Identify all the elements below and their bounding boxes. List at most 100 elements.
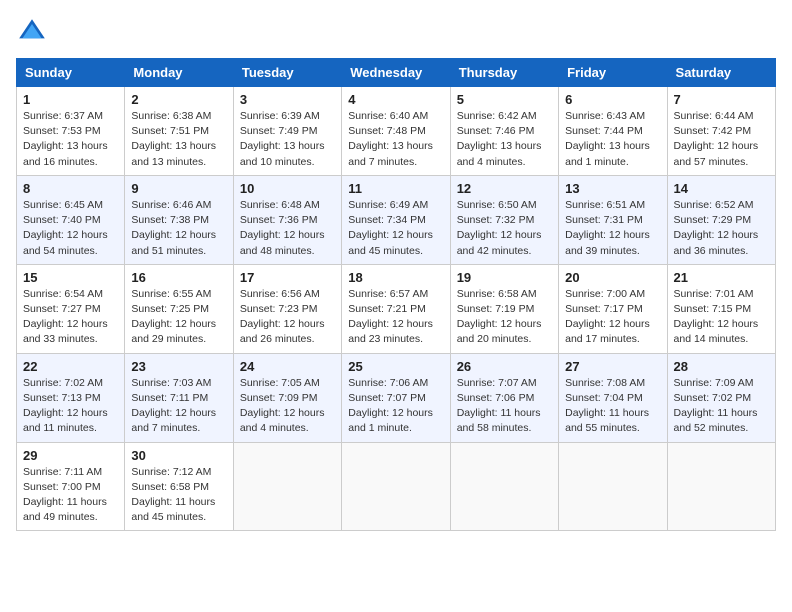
calendar-week-row: 29Sunrise: 7:11 AM Sunset: 7:00 PM Dayli…: [17, 442, 776, 531]
calendar-table: SundayMondayTuesdayWednesdayThursdayFrid…: [16, 58, 776, 531]
day-number: 12: [457, 181, 552, 196]
day-number: 10: [240, 181, 335, 196]
calendar-body: 1 Sunrise: 6:37 AM Sunset: 7:53 PM Daylig…: [17, 87, 776, 531]
logo: [16, 16, 52, 48]
weekday-header-row: SundayMondayTuesdayWednesdayThursdayFrid…: [17, 59, 776, 87]
calendar-day-cell: 26 Sunrise: 7:07 AM Sunset: 7:06 PM Dayli…: [450, 353, 558, 442]
day-number: 17: [240, 270, 335, 285]
calendar-day-cell: 9 Sunrise: 6:46 AM Sunset: 7:38 PM Daylig…: [125, 175, 233, 264]
day-number: 28: [674, 359, 769, 374]
day-info: Sunrise: 7:03 AM Sunset: 7:11 PM Dayligh…: [131, 376, 226, 437]
logo-icon: [16, 16, 48, 48]
calendar-day-cell: 25 Sunrise: 7:06 AM Sunset: 7:07 PM Dayli…: [342, 353, 450, 442]
day-number: 6: [565, 92, 660, 107]
day-info: Sunrise: 6:42 AM Sunset: 7:46 PM Dayligh…: [457, 109, 552, 170]
calendar-day-cell: 20 Sunrise: 7:00 AM Sunset: 7:17 PM Dayli…: [559, 264, 667, 353]
calendar-day-cell: [450, 442, 558, 531]
weekday-header-cell: Saturday: [667, 59, 775, 87]
day-info: Sunrise: 6:54 AM Sunset: 7:27 PM Dayligh…: [23, 287, 118, 348]
calendar-week-row: 8Sunrise: 6:45 AM Sunset: 7:40 PM Daylig…: [17, 175, 776, 264]
calendar-day-cell: 16 Sunrise: 6:55 AM Sunset: 7:25 PM Dayli…: [125, 264, 233, 353]
day-number: 24: [240, 359, 335, 374]
calendar-day-cell: 23 Sunrise: 7:03 AM Sunset: 7:11 PM Dayli…: [125, 353, 233, 442]
day-info: Sunrise: 7:08 AM Sunset: 7:04 PM Dayligh…: [565, 376, 660, 437]
calendar-day-cell: 14 Sunrise: 6:52 AM Sunset: 7:29 PM Dayli…: [667, 175, 775, 264]
day-info: Sunrise: 6:40 AM Sunset: 7:48 PM Dayligh…: [348, 109, 443, 170]
day-info: Sunrise: 7:09 AM Sunset: 7:02 PM Dayligh…: [674, 376, 769, 437]
day-info: Sunrise: 6:51 AM Sunset: 7:31 PM Dayligh…: [565, 198, 660, 259]
weekday-header-cell: Friday: [559, 59, 667, 87]
calendar-week-row: 15Sunrise: 6:54 AM Sunset: 7:27 PM Dayli…: [17, 264, 776, 353]
day-info: Sunrise: 7:12 AM Sunset: 6:58 PM Dayligh…: [131, 465, 226, 526]
calendar-day-cell: [559, 442, 667, 531]
calendar-day-cell: 21 Sunrise: 7:01 AM Sunset: 7:15 PM Dayli…: [667, 264, 775, 353]
calendar-week-row: 1 Sunrise: 6:37 AM Sunset: 7:53 PM Daylig…: [17, 87, 776, 176]
day-number: 3: [240, 92, 335, 107]
calendar-day-cell: 7Sunrise: 6:44 AM Sunset: 7:42 PM Daylig…: [667, 87, 775, 176]
day-info: Sunrise: 6:49 AM Sunset: 7:34 PM Dayligh…: [348, 198, 443, 259]
calendar-day-cell: 13 Sunrise: 6:51 AM Sunset: 7:31 PM Dayli…: [559, 175, 667, 264]
calendar-day-cell: 29Sunrise: 7:11 AM Sunset: 7:00 PM Dayli…: [17, 442, 125, 531]
calendar-day-cell: 12 Sunrise: 6:50 AM Sunset: 7:32 PM Dayli…: [450, 175, 558, 264]
day-number: 16: [131, 270, 226, 285]
calendar-day-cell: 28 Sunrise: 7:09 AM Sunset: 7:02 PM Dayli…: [667, 353, 775, 442]
calendar-day-cell: 17 Sunrise: 6:56 AM Sunset: 7:23 PM Dayli…: [233, 264, 341, 353]
day-info: Sunrise: 7:00 AM Sunset: 7:17 PM Dayligh…: [565, 287, 660, 348]
calendar-day-cell: 6 Sunrise: 6:43 AM Sunset: 7:44 PM Daylig…: [559, 87, 667, 176]
day-info: Sunrise: 6:48 AM Sunset: 7:36 PM Dayligh…: [240, 198, 335, 259]
day-number: 13: [565, 181, 660, 196]
calendar-day-cell: 5 Sunrise: 6:42 AM Sunset: 7:46 PM Daylig…: [450, 87, 558, 176]
calendar-day-cell: 11 Sunrise: 6:49 AM Sunset: 7:34 PM Dayli…: [342, 175, 450, 264]
day-info: Sunrise: 6:37 AM Sunset: 7:53 PM Dayligh…: [23, 109, 118, 170]
calendar-week-row: 22Sunrise: 7:02 AM Sunset: 7:13 PM Dayli…: [17, 353, 776, 442]
calendar-day-cell: [233, 442, 341, 531]
day-info: Sunrise: 6:56 AM Sunset: 7:23 PM Dayligh…: [240, 287, 335, 348]
calendar-day-cell: 10 Sunrise: 6:48 AM Sunset: 7:36 PM Dayli…: [233, 175, 341, 264]
day-number: 21: [674, 270, 769, 285]
day-number: 25: [348, 359, 443, 374]
day-number: 18: [348, 270, 443, 285]
day-number: 20: [565, 270, 660, 285]
day-number: 26: [457, 359, 552, 374]
day-info: Sunrise: 6:50 AM Sunset: 7:32 PM Dayligh…: [457, 198, 552, 259]
day-number: 8: [23, 181, 118, 196]
page-header: [16, 16, 776, 48]
day-number: 11: [348, 181, 443, 196]
weekday-header-cell: Wednesday: [342, 59, 450, 87]
calendar-day-cell: [342, 442, 450, 531]
calendar-day-cell: 27 Sunrise: 7:08 AM Sunset: 7:04 PM Dayli…: [559, 353, 667, 442]
day-number: 14: [674, 181, 769, 196]
day-number: 2: [131, 92, 226, 107]
day-info: Sunrise: 6:52 AM Sunset: 7:29 PM Dayligh…: [674, 198, 769, 259]
day-number: 9: [131, 181, 226, 196]
calendar-day-cell: 2 Sunrise: 6:38 AM Sunset: 7:51 PM Daylig…: [125, 87, 233, 176]
day-number: 4: [348, 92, 443, 107]
weekday-header-cell: Sunday: [17, 59, 125, 87]
day-info: Sunrise: 6:57 AM Sunset: 7:21 PM Dayligh…: [348, 287, 443, 348]
day-info: Sunrise: 7:05 AM Sunset: 7:09 PM Dayligh…: [240, 376, 335, 437]
day-number: 29: [23, 448, 118, 463]
day-number: 5: [457, 92, 552, 107]
day-number: 22: [23, 359, 118, 374]
calendar-day-cell: 8Sunrise: 6:45 AM Sunset: 7:40 PM Daylig…: [17, 175, 125, 264]
calendar-day-cell: 22Sunrise: 7:02 AM Sunset: 7:13 PM Dayli…: [17, 353, 125, 442]
day-info: Sunrise: 6:43 AM Sunset: 7:44 PM Dayligh…: [565, 109, 660, 170]
weekday-header-cell: Monday: [125, 59, 233, 87]
calendar-day-cell: 19Sunrise: 6:58 AM Sunset: 7:19 PM Dayli…: [450, 264, 558, 353]
calendar-day-cell: 1 Sunrise: 6:37 AM Sunset: 7:53 PM Daylig…: [17, 87, 125, 176]
day-info: Sunrise: 6:44 AM Sunset: 7:42 PM Dayligh…: [674, 109, 769, 170]
day-info: Sunrise: 6:55 AM Sunset: 7:25 PM Dayligh…: [131, 287, 226, 348]
weekday-header-cell: Thursday: [450, 59, 558, 87]
day-number: 23: [131, 359, 226, 374]
calendar-day-cell: 4 Sunrise: 6:40 AM Sunset: 7:48 PM Daylig…: [342, 87, 450, 176]
calendar-day-cell: 3Sunrise: 6:39 AM Sunset: 7:49 PM Daylig…: [233, 87, 341, 176]
day-info: Sunrise: 7:01 AM Sunset: 7:15 PM Dayligh…: [674, 287, 769, 348]
day-info: Sunrise: 7:06 AM Sunset: 7:07 PM Dayligh…: [348, 376, 443, 437]
day-number: 27: [565, 359, 660, 374]
day-info: Sunrise: 7:07 AM Sunset: 7:06 PM Dayligh…: [457, 376, 552, 437]
day-info: Sunrise: 6:38 AM Sunset: 7:51 PM Dayligh…: [131, 109, 226, 170]
calendar-day-cell: [667, 442, 775, 531]
day-number: 1: [23, 92, 118, 107]
day-info: Sunrise: 6:46 AM Sunset: 7:38 PM Dayligh…: [131, 198, 226, 259]
calendar-day-cell: 24 Sunrise: 7:05 AM Sunset: 7:09 PM Dayli…: [233, 353, 341, 442]
